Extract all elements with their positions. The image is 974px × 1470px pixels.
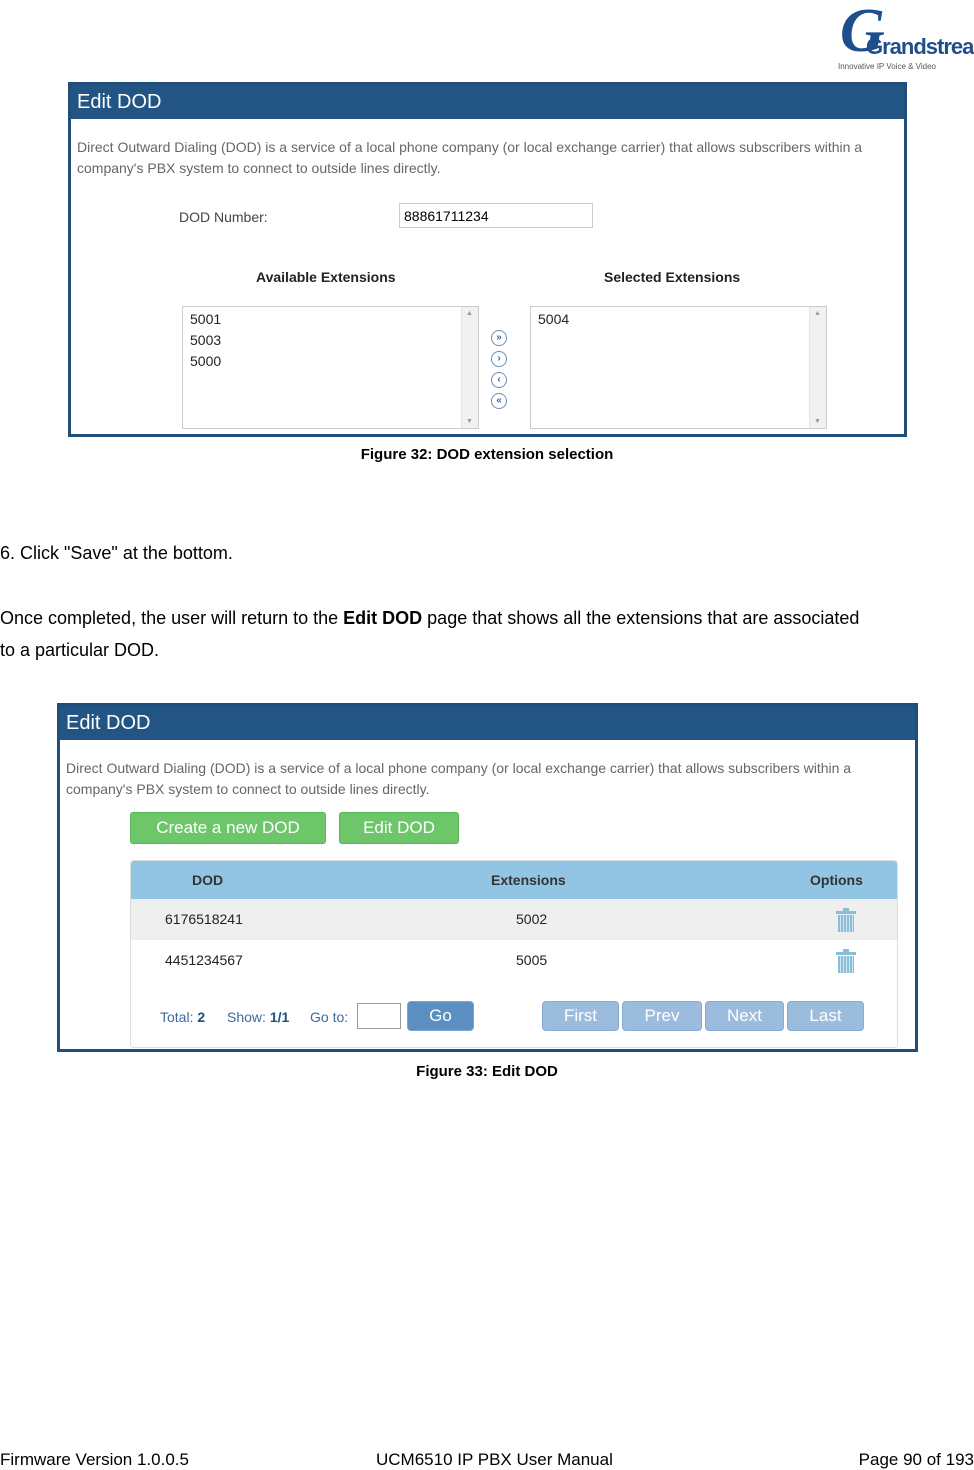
first-page-button[interactable]: First <box>542 1001 619 1031</box>
list-item[interactable]: 5004 <box>538 309 819 330</box>
list-item[interactable]: 5000 <box>190 351 471 372</box>
grandstream-logo: G Grandstream Innovative IP Voice & Vide… <box>830 0 974 76</box>
figure-32-caption: Figure 32: DOD extension selection <box>360 446 614 463</box>
panel-description: Direct Outward Dialing (DOD) is a servic… <box>66 760 852 797</box>
create-new-dod-button[interactable]: Create a new DOD <box>130 812 326 844</box>
dod-number-input[interactable] <box>399 203 593 228</box>
edit-dod-extension-panel: Edit DOD Direct Outward Dialing (DOD) is… <box>68 82 907 437</box>
selected-extensions-header: Selected Extensions <box>604 269 741 285</box>
edit-dod-list-panel: Edit DOD Direct Outward Dialing (DOD) is… <box>57 703 918 1052</box>
body-paragraph: Once completed, the user will return to … <box>0 608 860 628</box>
figure-33-caption: Figure 33: Edit DOD <box>416 1063 558 1080</box>
scrollbar[interactable]: ▲ ▼ <box>461 307 478 428</box>
scroll-up-icon[interactable]: ▲ <box>466 310 473 317</box>
scroll-down-icon[interactable]: ▼ <box>814 418 821 425</box>
logo-brand: Grandstream <box>866 34 974 59</box>
dod-cell: 4451234567 <box>165 952 243 968</box>
scroll-up-icon[interactable]: ▲ <box>814 310 821 317</box>
edit-dod-button[interactable]: Edit DOD <box>339 812 459 844</box>
extensions-cell: 5002 <box>516 911 548 927</box>
prev-page-button[interactable]: Prev <box>622 1001 702 1031</box>
edit-dod-emphasis: Edit DOD <box>343 608 423 628</box>
step-6-text: 6. Click "Save" at the bottom. <box>0 543 233 563</box>
move-all-right-icon[interactable]: » <box>491 330 507 346</box>
panel-title: Edit DOD <box>60 706 915 740</box>
panel-description: Direct Outward Dialing (DOD) is a servic… <box>77 139 863 176</box>
move-all-left-icon[interactable]: « <box>491 393 507 409</box>
column-header-extensions[interactable]: Extensions <box>491 872 566 888</box>
dod-table: DOD Extensions Options 6176518241 5002 4… <box>130 860 898 1048</box>
scrollbar[interactable]: ▲ ▼ <box>809 307 826 428</box>
table-header: DOD Extensions Options <box>131 861 897 899</box>
footer-firmware: Firmware Version 1.0.0.5 <box>0 1450 189 1469</box>
selected-extensions-list[interactable]: 5004 ▲ ▼ <box>530 306 827 429</box>
extensions-cell: 5005 <box>516 952 548 968</box>
total-count: Total: 2 <box>160 1009 206 1025</box>
delete-icon[interactable] <box>836 949 856 973</box>
column-header-dod[interactable]: DOD <box>192 872 223 888</box>
footer-title: UCM6510 IP PBX User Manual <box>376 1450 613 1469</box>
page-show: Show: 1/1 <box>227 1009 290 1025</box>
list-item[interactable]: 5001 <box>190 309 471 330</box>
last-page-button[interactable]: Last <box>787 1001 864 1031</box>
dod-number-label: DOD Number: <box>179 209 268 225</box>
available-extensions-header: Available Extensions <box>256 269 396 285</box>
next-page-button[interactable]: Next <box>705 1001 784 1031</box>
column-header-options: Options <box>810 872 863 888</box>
delete-icon[interactable] <box>836 908 856 932</box>
dod-cell: 6176518241 <box>165 911 243 927</box>
footer-page: Page 90 of 193 <box>858 1450 974 1469</box>
transfer-controls: » › ‹ « <box>491 330 511 414</box>
goto-label: Go to: <box>310 1009 349 1025</box>
move-right-icon[interactable]: › <box>491 351 507 367</box>
table-row: 6176518241 5002 <box>131 899 897 940</box>
goto-page-input[interactable] <box>357 1003 401 1029</box>
list-item[interactable]: 5003 <box>190 330 471 351</box>
available-extensions-list[interactable]: 5001 5003 5000 ▲ ▼ <box>182 306 479 429</box>
panel-title: Edit DOD <box>71 85 904 119</box>
go-button[interactable]: Go <box>407 1001 474 1031</box>
table-row: 4451234567 5005 <box>131 940 897 981</box>
move-left-icon[interactable]: ‹ <box>491 372 507 388</box>
scroll-down-icon[interactable]: ▼ <box>466 418 473 425</box>
logo-tagline: Innovative IP Voice & Video <box>838 62 936 71</box>
body-paragraph-line2: to a particular DOD. <box>0 640 160 660</box>
pagination: Total: 2 Show: 1/1 Go to: Go First Prev … <box>131 1001 897 1043</box>
